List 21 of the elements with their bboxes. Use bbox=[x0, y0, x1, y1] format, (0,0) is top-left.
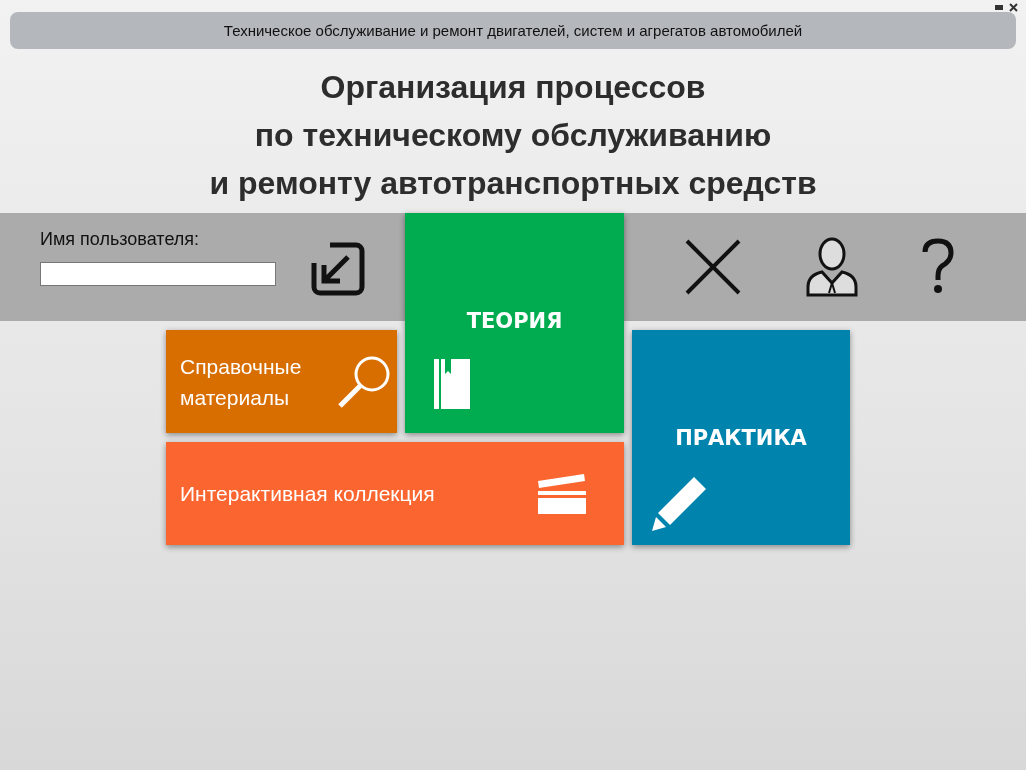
header-subtitle: Техническое обслуживание и ремонт двигателей, систем и агрегатов автомобилей bbox=[223, 22, 803, 39]
menu-tile[interactable]: Интерактивная коллекция bbox=[166, 442, 624, 545]
help-icon[interactable] bbox=[921, 238, 955, 296]
tile-label: ТЕОРИЯ bbox=[466, 309, 563, 333]
close-icon[interactable] bbox=[1009, 3, 1018, 12]
username-label: Имя пользователя: bbox=[40, 229, 201, 250]
close-icon[interactable] bbox=[683, 237, 743, 297]
page-title: Организация процессов bbox=[319, 68, 707, 107]
tile-label: ПРАКТИКА bbox=[675, 426, 807, 450]
user-profile-icon[interactable] bbox=[805, 237, 859, 297]
pencil-icon bbox=[650, 475, 708, 533]
menu-tile[interactable]: Справочные материалы bbox=[166, 330, 397, 433]
menu-tile[interactable]: ТЕОРИЯ bbox=[405, 213, 624, 433]
menu-tile[interactable]: ПРАКТИКА bbox=[632, 330, 850, 545]
tile-label: Интерактивная коллекция bbox=[180, 481, 435, 507]
tile-label: Справочные материалы bbox=[180, 353, 303, 411]
page-title: и ремонту автотранспортных средств bbox=[208, 164, 818, 203]
book-icon bbox=[433, 358, 471, 410]
clapperboard-icon bbox=[536, 472, 588, 515]
page-title: по техническому обслуживанию bbox=[253, 116, 773, 155]
username-field[interactable] bbox=[40, 262, 276, 286]
